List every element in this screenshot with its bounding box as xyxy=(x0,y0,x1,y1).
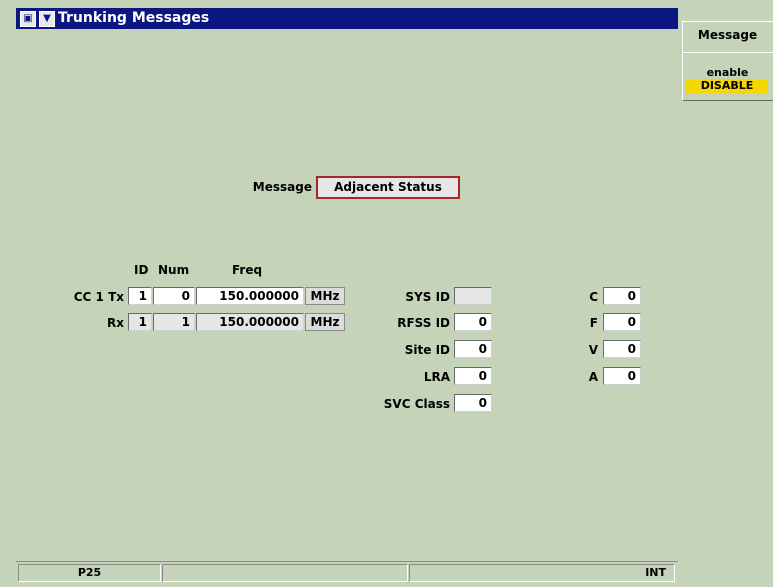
rfss-id-field[interactable]: 0 xyxy=(454,313,492,331)
side-menu-label: enable xyxy=(706,66,749,79)
cc-rx-unit[interactable]: MHz xyxy=(305,313,345,331)
flag-a-label: A xyxy=(588,370,598,384)
cc-tx-id-field[interactable]: 1 xyxy=(128,287,152,305)
title-bar: ▣ ▼ Trunking Messages xyxy=(16,8,678,29)
cc-tx-label: CC 1 Tx xyxy=(73,290,124,304)
status-bar: P25 INT xyxy=(16,561,678,583)
side-menu-title: Message xyxy=(697,28,758,42)
cc-rx-num-field: 1 xyxy=(153,313,195,331)
message-label: Message xyxy=(252,180,312,194)
col-header-id: ID xyxy=(134,263,149,277)
site-id-label: Site ID xyxy=(404,343,450,357)
svc-class-label: SVC Class xyxy=(383,397,450,411)
status-ref: INT xyxy=(409,564,675,582)
col-header-num: Num xyxy=(158,263,190,277)
cc-rx-id-field: 1 xyxy=(128,313,152,331)
cc-tx-num-field[interactable]: 0 xyxy=(153,287,195,305)
cc-tx-freq-field[interactable]: 150.000000 xyxy=(196,287,304,305)
flag-a-field[interactable]: 0 xyxy=(603,367,641,385)
cc-tx-unit[interactable]: MHz xyxy=(305,287,345,305)
rfss-id-label: RFSS ID xyxy=(397,316,450,330)
site-id-field[interactable]: 0 xyxy=(454,340,492,358)
flag-v-label: V xyxy=(588,343,598,357)
cc-rx-label: Rx xyxy=(107,316,124,330)
flag-v-field[interactable]: 0 xyxy=(603,340,641,358)
menu-down-icon[interactable]: ▼ xyxy=(39,11,55,27)
lra-label: LRA xyxy=(423,370,450,384)
status-middle xyxy=(162,564,408,582)
flag-c-field[interactable]: 0 xyxy=(603,287,641,305)
svc-class-field[interactable]: 0 xyxy=(454,394,492,412)
flag-f-field[interactable]: 0 xyxy=(603,313,641,331)
message-select-button[interactable]: Adjacent Status xyxy=(316,176,460,199)
side-menu-value[interactable]: DISABLE xyxy=(686,79,768,93)
window-title: Trunking Messages xyxy=(58,10,210,26)
sys-id-field xyxy=(454,287,492,305)
side-divider xyxy=(682,52,773,53)
flag-f-label: F xyxy=(589,316,598,330)
lra-field[interactable]: 0 xyxy=(454,367,492,385)
sys-id-label: SYS ID xyxy=(405,290,450,304)
status-mode: P25 xyxy=(18,564,161,582)
flag-c-label: C xyxy=(589,290,598,304)
restore-icon[interactable]: ▣ xyxy=(20,11,36,27)
cc-rx-freq-field: 150.000000 xyxy=(196,313,304,331)
col-header-freq: Freq xyxy=(232,263,263,277)
